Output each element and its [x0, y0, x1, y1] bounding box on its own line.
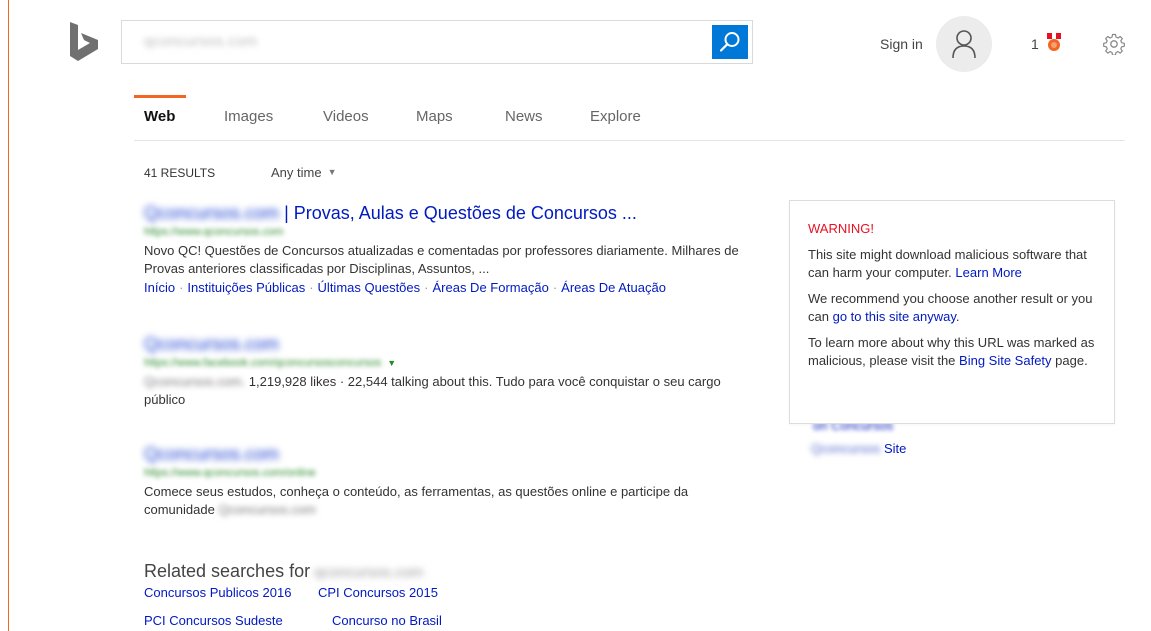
result-url: https://www.facebook.com/qconcursosconcu…	[144, 357, 382, 369]
result-title-site: Qconcursos.com	[144, 444, 280, 464]
search-box[interactable]: qconcursos.com	[121, 20, 753, 64]
related-heading-query: qconcursos.com	[314, 564, 424, 581]
time-filter-dropdown[interactable]: Any time ▼	[271, 165, 337, 180]
result-snippet: Comece seus estudos, conheça o conteúdo,…	[144, 483, 754, 519]
snippet-site: Qconcursos.com	[218, 502, 316, 517]
rewards-count[interactable]: 1	[1031, 36, 1039, 52]
search-result: Qconcursos.com https://www.qconcursos.co…	[144, 444, 754, 519]
result-count: 41 RESULTS	[144, 166, 216, 180]
result-deeplinks: Início · Instituições Públicas · Últimas Que…	[144, 280, 754, 295]
result-title-text: | Provas, Aulas e Questões de Concursos …	[284, 203, 637, 223]
result-url-row: https://www.facebook.com/qconcursosconcu…	[144, 355, 754, 369]
go-to-site-link[interactable]: go to this site anyway	[833, 309, 956, 324]
site-safety-link[interactable]: Bing Site Safety	[959, 353, 1052, 368]
result-snippet: Qconcursos.com. 1,219,928 likes · 22,544…	[144, 373, 754, 409]
related-search-link[interactable]: Concursos Publicos 2016	[144, 585, 291, 600]
search-result: Qconcursos.com https://www.facebook.com/…	[144, 334, 754, 409]
medal-icon[interactable]	[1046, 33, 1062, 53]
separator: ·	[424, 280, 429, 295]
warning-text: To learn more about why this URL was mar…	[808, 335, 1095, 368]
warning-heading: WARNING!	[808, 221, 874, 236]
gear-icon[interactable]	[1103, 33, 1125, 55]
tab-web[interactable]: Web	[144, 108, 175, 125]
related-search-link[interactable]: CPI Concursos 2015	[318, 585, 438, 600]
learn-more-link[interactable]: Learn More	[955, 265, 1021, 280]
result-url: https://www.qconcursos.com	[144, 226, 284, 238]
warning-learn-more: To learn more about why this URL was mar…	[808, 334, 1096, 370]
tab-explore[interactable]: Explore	[590, 108, 641, 125]
search-result: Qconcursos.com | Provas, Aulas e Questõe…	[144, 203, 754, 295]
warning-text: This site might download malicious softw…	[808, 247, 1087, 280]
active-tab-indicator	[134, 95, 186, 98]
snippet-site: Qconcursos.com.	[144, 374, 246, 389]
caret-down-icon[interactable]: ▼	[387, 358, 396, 368]
result-url: https://www.qconcursos.com/online	[144, 467, 316, 479]
related-searches-heading: Related searches for qconcursos.com	[144, 561, 423, 582]
result-title-site: Qconcursos.com	[144, 334, 280, 354]
tab-maps[interactable]: Maps	[416, 108, 453, 125]
tabs-divider	[134, 140, 1125, 141]
separator: ·	[309, 280, 314, 295]
deeplink-instituicoes[interactable]: Instituições Públicas	[187, 280, 305, 295]
result-title-link[interactable]: Qconcursos.com	[144, 444, 754, 465]
warning-message: This site might download malicious softw…	[808, 246, 1096, 282]
related-search-link[interactable]: Concurso no Brasil	[332, 613, 442, 628]
result-snippet: Novo QC! Questões de Concursos atualizad…	[144, 243, 739, 276]
warning-text: .	[955, 309, 960, 324]
tab-news[interactable]: News	[505, 108, 543, 125]
deeplink-inicio[interactable]: Início	[144, 280, 175, 295]
window-edge	[8, 0, 9, 631]
related-search-link[interactable]: PCI Concursos Sudeste	[144, 613, 283, 628]
result-title-site: Qconcursos.com	[144, 203, 280, 223]
deeplink-areas-formacao[interactable]: Áreas De Formação	[432, 280, 548, 295]
sign-in-link[interactable]: Sign in	[880, 36, 923, 52]
caret-down-icon: ▼	[327, 167, 337, 177]
related-heading-text: Related searches for	[144, 561, 311, 581]
warning-recommendation: We recommend you choose another result o…	[808, 290, 1096, 326]
result-title-link[interactable]: Qconcursos.com	[144, 334, 754, 355]
tab-images[interactable]: Images	[224, 108, 273, 125]
deeplink-areas-atuacao[interactable]: Áreas De Atuação	[561, 280, 666, 295]
search-input[interactable]: qconcursos.com	[144, 33, 257, 50]
sidebar-site-name: Qconcursos	[811, 441, 881, 456]
person-icon	[952, 30, 976, 59]
bing-logo-icon[interactable]	[68, 22, 104, 62]
time-filter-label: Any time	[271, 165, 322, 180]
separator: ·	[552, 280, 558, 295]
sidebar-site-label: Site	[884, 441, 907, 456]
avatar[interactable]	[936, 16, 992, 72]
search-button[interactable]	[712, 25, 748, 59]
separator: ·	[179, 280, 184, 295]
deeplink-ultimas-questoes[interactable]: Últimas Questões	[318, 280, 421, 295]
warning-text: page.	[1055, 353, 1088, 368]
malware-warning-panel: WARNING! This site might download malici…	[789, 200, 1115, 424]
search-icon	[719, 32, 740, 52]
tab-videos[interactable]: Videos	[323, 108, 369, 125]
result-title-link[interactable]: Qconcursos.com | Provas, Aulas e Questõe…	[144, 203, 754, 224]
sidebar-site-link[interactable]: Qconcursos Site	[811, 441, 906, 456]
